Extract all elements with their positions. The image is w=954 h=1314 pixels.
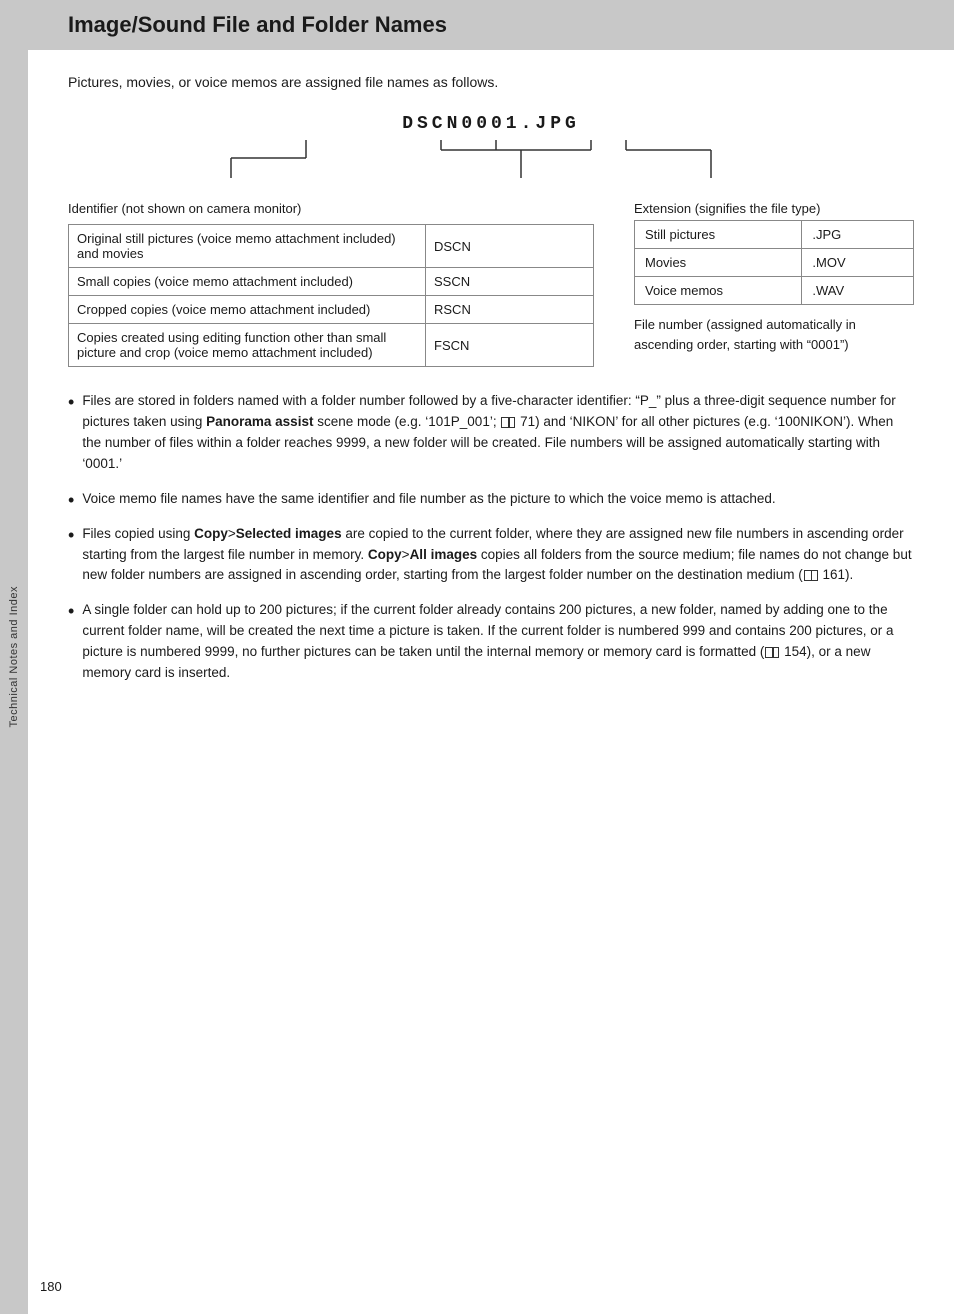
page-title: Image/Sound File and Folder Names [68,12,914,38]
book-icon-1 [501,417,515,428]
bold-all-images: All images [410,547,478,562]
bullet-dot-4: • [68,602,74,620]
identifier-desc-cell: Small copies (voice memo attachment incl… [69,268,426,296]
bullet-dot-3: • [68,526,74,544]
file-number-note: File number (assigned automatically in a… [634,315,914,354]
bullet-list: • Files are stored in folders named with… [68,391,914,684]
bullet-item-3: • Files copied using Copy>Selected image… [68,524,914,587]
extension-val-cell: .WAV [802,277,914,305]
identifier-code-cell: FSCN [426,324,594,367]
bold-panorama: Panorama assist [206,414,313,429]
bullet-item-4: • A single folder can hold up to 200 pic… [68,600,914,684]
filename-display: DSCN0001.JPG [402,114,580,134]
page-number: 180 [40,1279,62,1294]
extension-label: Extension (signifies the file type) [634,201,914,216]
extension-val-cell: .MOV [802,249,914,277]
identifier-table: Original still pictures (voice memo atta… [68,224,594,367]
bullet-text-3: Files copied using Copy>Selected images … [82,524,914,587]
identifier-section: Identifier (not shown on camera monitor)… [68,201,594,367]
intro-paragraph: Pictures, movies, or voice memos are ass… [68,74,914,90]
bullet-dot-2: • [68,491,74,509]
bold-copy-1: Copy [194,526,228,541]
two-col-layout: Identifier (not shown on camera monitor)… [68,201,914,367]
identifier-desc-cell: Cropped copies (voice memo attachment in… [69,296,426,324]
side-tab: Technical Notes and Index [0,0,28,1314]
extension-desc-cell: Voice memos [635,277,802,305]
bullet-dot-1: • [68,393,74,411]
identifier-desc-cell: Copies created using editing function ot… [69,324,426,367]
bracket-svg [211,138,771,193]
extension-val-cell: .JPG [802,221,914,249]
filename-diagram: DSCN0001.JPG [68,114,914,193]
extension-desc-cell: Movies [635,249,802,277]
extension-desc-cell: Still pictures [635,221,802,249]
bullet-text-1: Files are stored in folders named with a… [82,391,914,475]
extension-section: Extension (signifies the file type) Stil… [634,201,914,354]
diagram-section: DSCN0001.JPG [68,114,914,367]
identifier-code-cell: RSCN [426,296,594,324]
book-icon-3 [765,647,779,658]
extension-table: Still pictures.JPGMovies.MOVVoice memos.… [634,220,914,305]
side-tab-label: Technical Notes and Index [8,586,20,728]
book-icon-2 [804,570,818,581]
identifier-desc-cell: Original still pictures (voice memo atta… [69,225,426,268]
bullet-text-2: Voice memo file names have the same iden… [82,489,775,510]
bullet-text-4: A single folder can hold up to 200 pictu… [82,600,914,684]
identifier-code-cell: DSCN [426,225,594,268]
identifier-code-cell: SSCN [426,268,594,296]
bold-selected: Selected images [236,526,342,541]
bullet-item-1: • Files are stored in folders named with… [68,391,914,475]
title-bar: Image/Sound File and Folder Names [28,0,954,50]
bullet-item-2: • Voice memo file names have the same id… [68,489,914,510]
bold-copy-2: Copy [368,547,402,562]
main-content: Image/Sound File and Folder Names Pictur… [28,0,954,1314]
identifier-label: Identifier (not shown on camera monitor) [68,201,594,216]
